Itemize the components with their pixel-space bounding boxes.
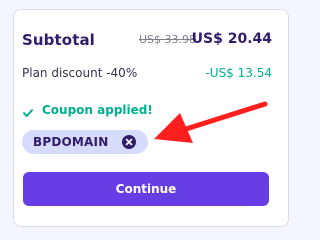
check-icon [22, 104, 34, 117]
close-icon [125, 138, 133, 146]
coupon-status: Coupon applied! [22, 101, 153, 119]
final-price: US$ 20.44 [191, 31, 272, 47]
subtotal-label: Subtotal [22, 31, 95, 49]
coupon-code: BPDOMAIN [33, 135, 109, 149]
original-price: US$ 33.98 [138, 33, 196, 46]
coupon-chip: BPDOMAIN [22, 130, 148, 154]
continue-button[interactable]: Continue [23, 172, 269, 206]
plan-discount-value: -US$ 13.54 [205, 66, 272, 80]
plan-discount-row: Plan discount -40% -US$ 13.54 [22, 66, 272, 84]
subtotal-row: Subtotal US$ 33.98 US$ 20.44 [22, 31, 272, 53]
plan-discount-label: Plan discount -40% [22, 66, 138, 80]
remove-coupon-button[interactable] [122, 135, 136, 149]
annotation-arrow [154, 101, 268, 143]
coupon-applied-text: Coupon applied! [42, 103, 153, 117]
